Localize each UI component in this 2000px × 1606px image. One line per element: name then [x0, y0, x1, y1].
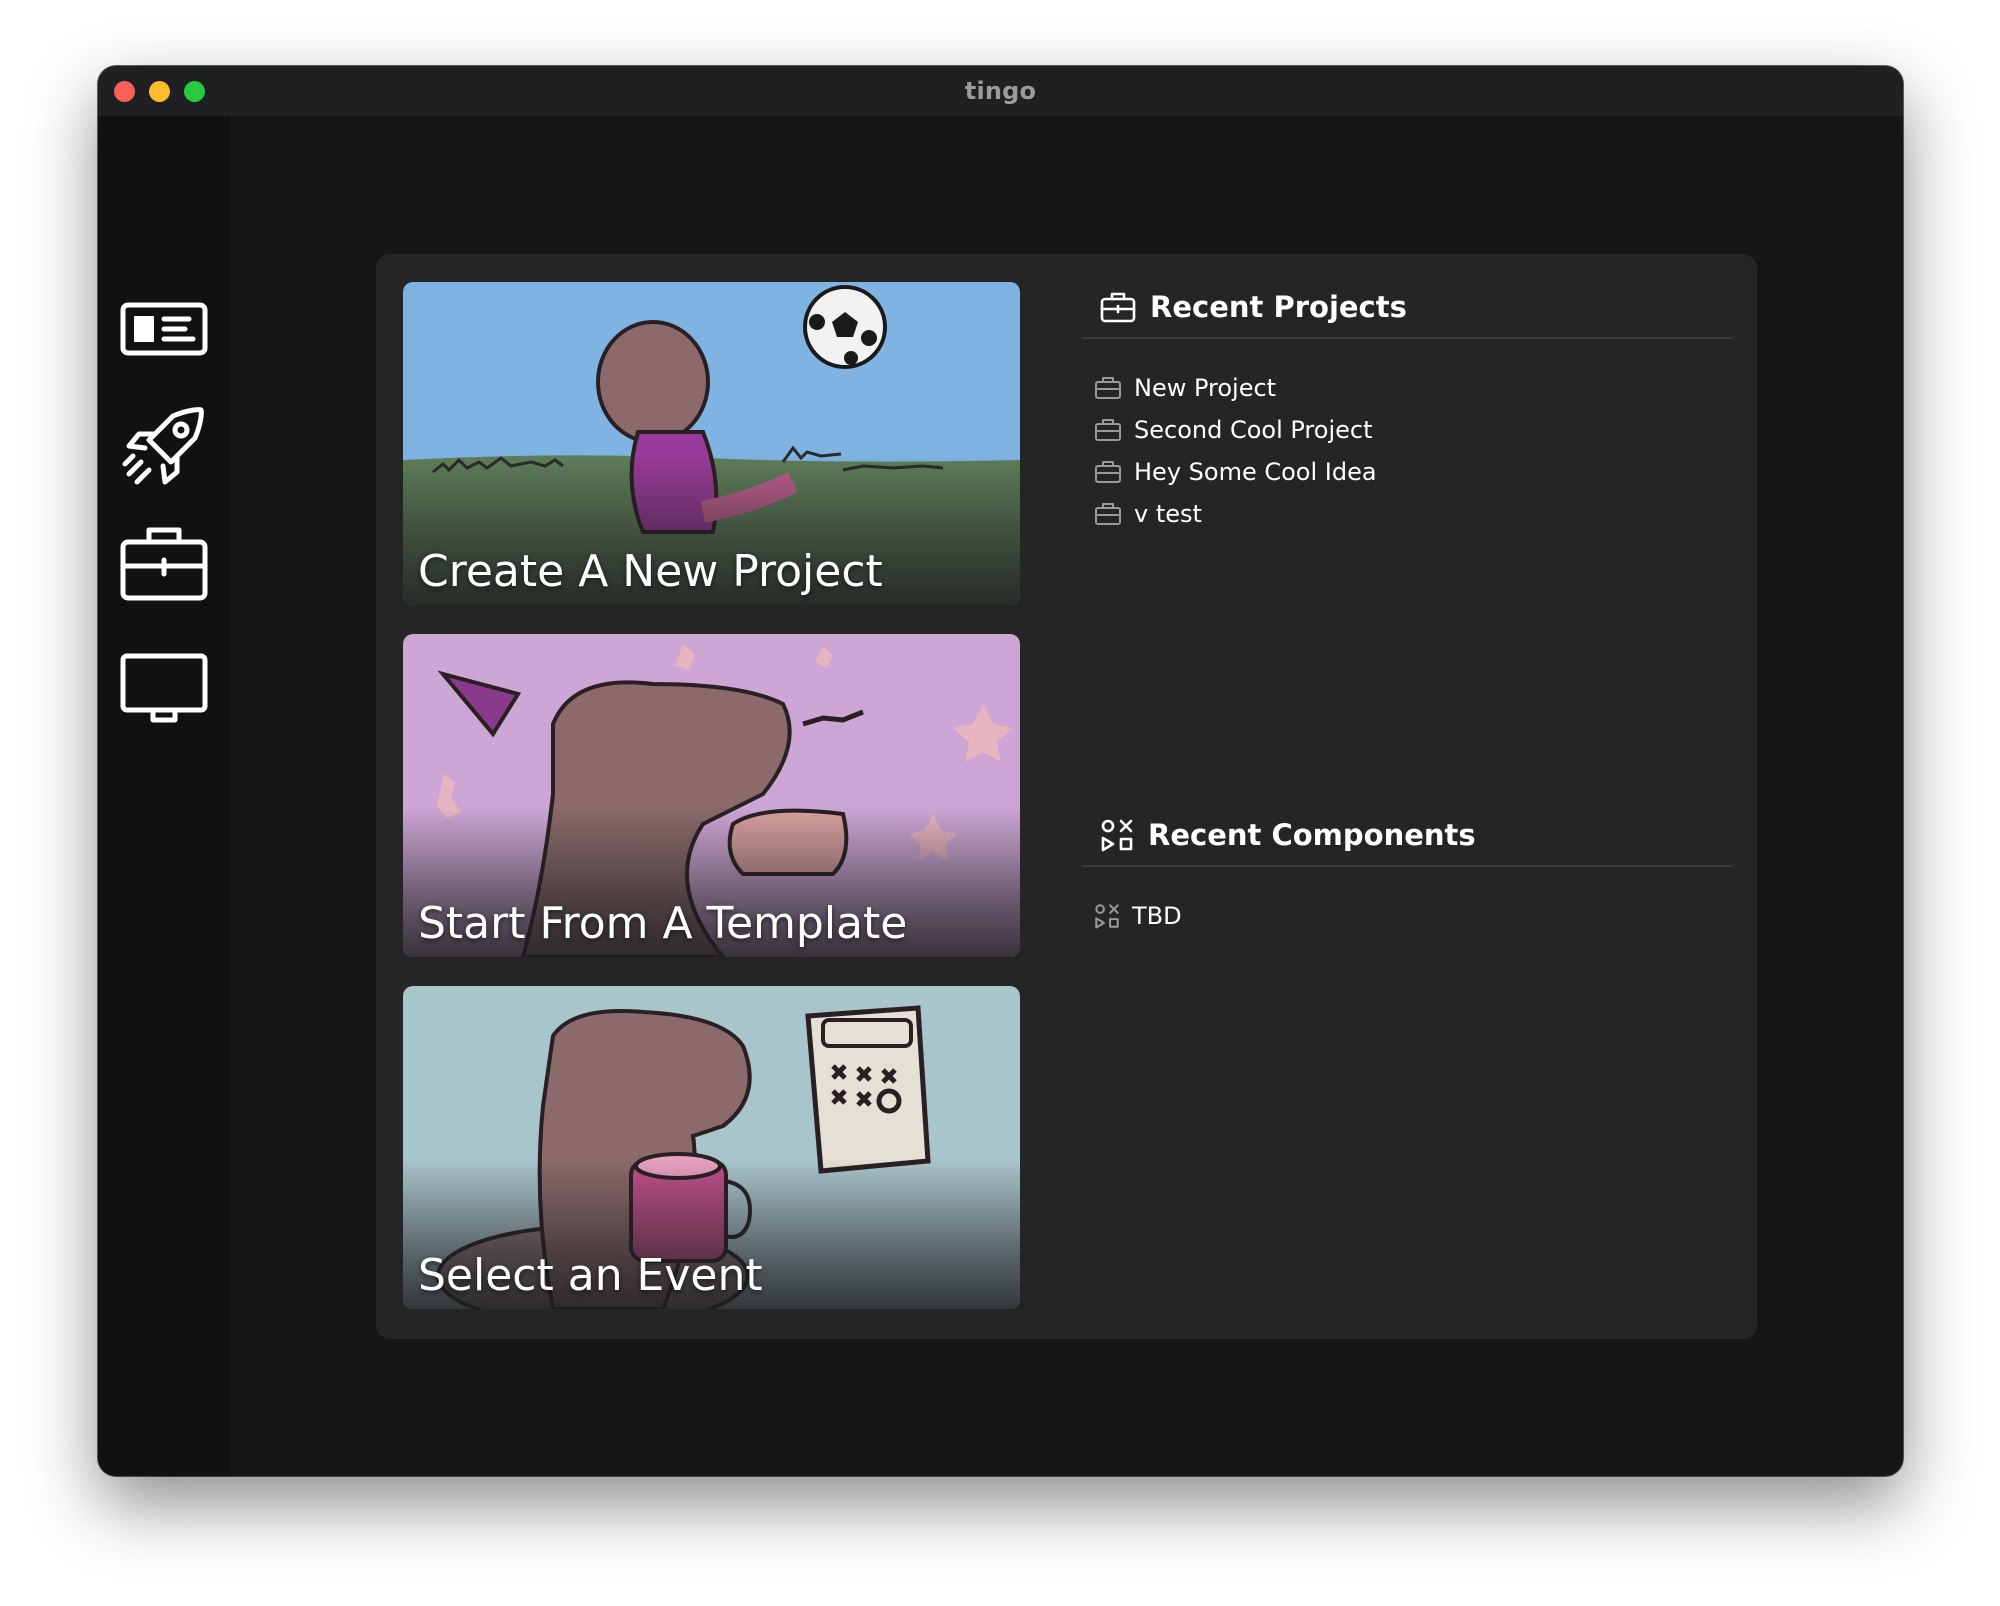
briefcase-icon	[1095, 419, 1121, 441]
list-item[interactable]: Second Cool Project	[1094, 409, 1377, 451]
sidebar-item-dashboard[interactable]	[119, 284, 209, 374]
close-window-button[interactable]	[114, 81, 135, 102]
briefcase-icon	[1095, 503, 1121, 525]
component-name: TBD	[1132, 902, 1182, 930]
project-name: Hey Some Cool Idea	[1134, 458, 1377, 486]
recent-projects-title: Recent Projects	[1150, 290, 1407, 324]
list-item[interactable]: New Project	[1094, 367, 1377, 409]
card-label: Create A New Project	[418, 546, 883, 597]
sidebar	[98, 116, 230, 1476]
sidebar-item-launch[interactable]	[119, 402, 209, 492]
shapes-icon	[1101, 819, 1133, 852]
card-label: Start From A Template	[418, 898, 908, 949]
id-card-icon	[120, 302, 208, 356]
briefcase-icon	[1095, 377, 1121, 399]
recent-projects-header: Recent Projects	[1082, 277, 1732, 339]
shapes-icon	[1095, 904, 1119, 929]
window-controls	[114, 81, 205, 102]
recent-projects-list: New Project Second Cool Project Hey Some…	[1094, 367, 1377, 535]
project-name: v test	[1134, 500, 1202, 528]
project-name: Second Cool Project	[1134, 416, 1373, 444]
sidebar-item-projects[interactable]	[119, 518, 209, 608]
recent-components-list: TBD	[1094, 895, 1182, 937]
rocket-icon	[122, 407, 204, 485]
app-window: tingo Create A New Project Start From A …	[98, 66, 1903, 1476]
select-event-card[interactable]: Select an Event	[403, 986, 1020, 1309]
list-item[interactable]: Hey Some Cool Idea	[1094, 451, 1377, 493]
briefcase-icon	[1100, 292, 1136, 323]
list-item[interactable]: v test	[1094, 493, 1377, 535]
create-new-project-card[interactable]: Create A New Project	[403, 282, 1020, 605]
window-title: tingo	[964, 77, 1037, 105]
monitor-icon	[120, 653, 208, 723]
home-panel: Create A New Project Start From A Templa…	[376, 254, 1757, 1339]
title-bar: tingo	[98, 66, 1903, 116]
card-label: Select an Event	[418, 1250, 763, 1301]
project-name: New Project	[1134, 374, 1277, 402]
list-item[interactable]: TBD	[1094, 895, 1182, 937]
recent-components-title: Recent Components	[1148, 818, 1476, 852]
briefcase-icon	[120, 527, 208, 601]
recent-components-header: Recent Components	[1082, 805, 1732, 867]
sidebar-item-display[interactable]	[119, 644, 209, 734]
start-from-template-card[interactable]: Start From A Template	[403, 634, 1020, 957]
briefcase-icon	[1095, 461, 1121, 483]
maximize-window-button[interactable]	[184, 81, 205, 102]
minimize-window-button[interactable]	[149, 81, 170, 102]
